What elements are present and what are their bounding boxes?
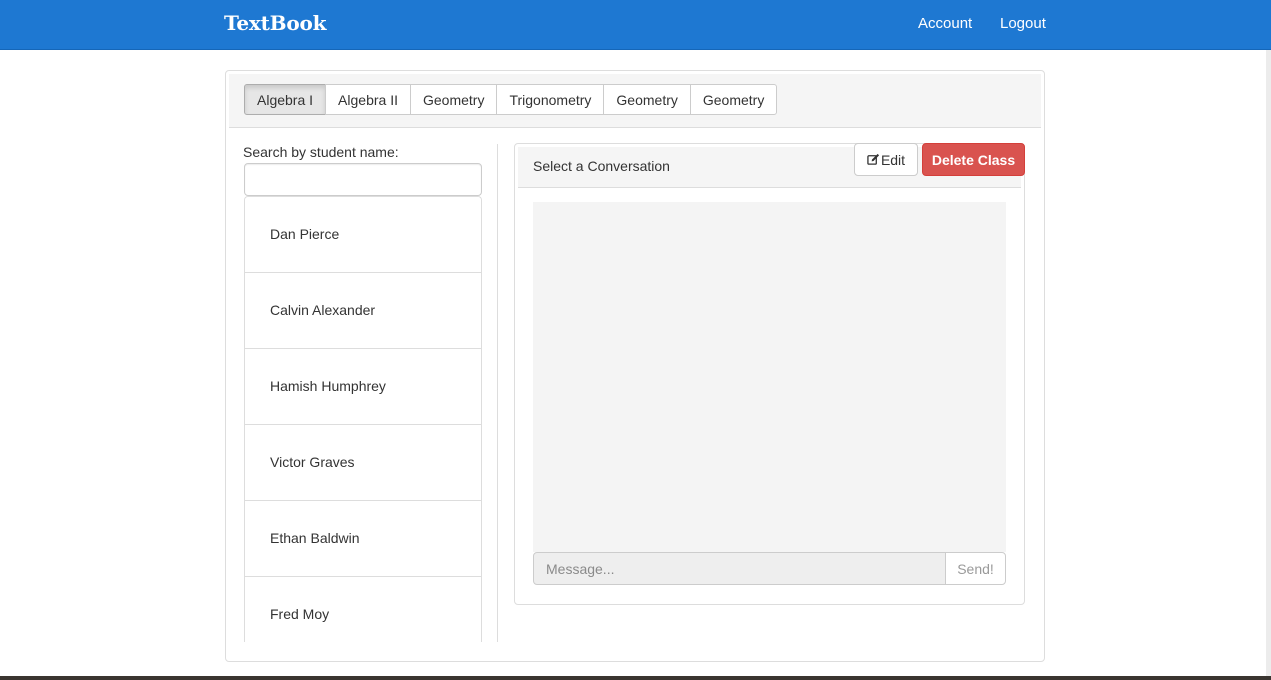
message-history (533, 202, 1006, 552)
delete-class-button[interactable]: Delete Class (922, 143, 1025, 176)
search-label: Search by student name: (243, 144, 399, 160)
class-tabs-header: Algebra I Algebra II Geometry Trigonomet… (229, 74, 1041, 128)
edit-icon (867, 153, 880, 165)
column-divider (497, 144, 498, 642)
tab-algebra-ii[interactable]: Algebra II (325, 84, 411, 115)
list-item[interactable]: Calvin Alexander (245, 273, 481, 349)
edit-class-button[interactable]: Edit (854, 143, 918, 176)
conversation-title: Select a Conversation (533, 158, 670, 174)
list-item[interactable]: Dan Pierce (245, 197, 481, 273)
send-button[interactable]: Send! (945, 552, 1006, 585)
tab-geometry[interactable]: Geometry (409, 84, 498, 115)
tab-algebra-i[interactable]: Algebra I (244, 84, 327, 115)
tab-geometry-2[interactable]: Geometry (603, 84, 691, 115)
edit-label: Edit (880, 151, 906, 168)
window-bottom-edge (0, 676, 1271, 680)
list-item[interactable]: Ethan Baldwin (245, 501, 481, 577)
list-item[interactable]: Fred Moy (245, 577, 481, 642)
class-tabs: Algebra I Algebra II Geometry Trigonomet… (244, 84, 778, 115)
list-item[interactable]: Hamish Humphrey (245, 349, 481, 425)
logout-link[interactable]: Logout (1000, 16, 1046, 32)
list-item[interactable]: Victor Graves (245, 425, 481, 501)
student-list: Dan Pierce Calvin Alexander Hamish Humph… (244, 196, 482, 642)
student-search-input[interactable] (244, 163, 482, 196)
window-edge (1266, 0, 1271, 680)
brand-logo[interactable]: TextBook (224, 11, 327, 35)
tab-trigonometry[interactable]: Trigonometry (496, 84, 605, 115)
top-navbar: TextBook Account Logout (0, 0, 1271, 50)
tab-geometry-3[interactable]: Geometry (689, 84, 778, 115)
message-input[interactable] (533, 552, 946, 585)
account-link[interactable]: Account (918, 16, 972, 32)
